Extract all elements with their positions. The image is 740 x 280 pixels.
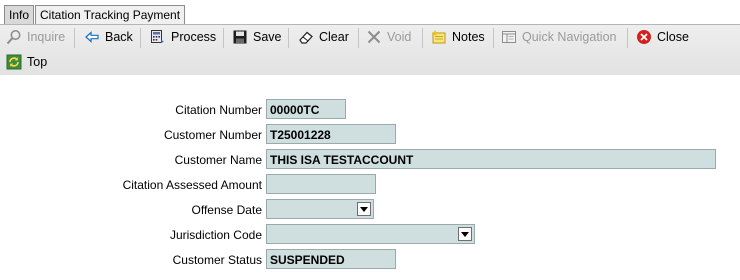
tab-citation-tracking-payment[interactable]: Citation Tracking Payment [35,5,186,25]
offense-date-dropdown[interactable] [266,199,374,219]
chevron-down-icon[interactable] [357,202,371,216]
chevron-down-icon[interactable] [458,227,472,241]
floppy-disk-icon [233,30,247,44]
separator [627,28,628,48]
process-button[interactable]: Process [150,26,216,48]
void-label: Void [387,30,412,44]
inquire-button[interactable]: Inquire [6,26,65,48]
close-label: Close [657,30,689,44]
separator [223,28,224,48]
citation-assessed-amount-label: Citation Assessed Amount [122,178,262,192]
tab-strip: Info Citation Tracking Payment [0,0,740,25]
quick-navigation-label: Quick Navigation [522,30,617,44]
tab-info[interactable]: Info [4,5,35,24]
separator [493,28,494,48]
close-circle-icon [637,30,651,44]
citation-number-label: Citation Number [175,103,262,117]
top-label: Top [27,55,48,69]
toolbar: Inquire Back Process Save Clear Void Not… [0,24,740,75]
separator [358,28,359,48]
quick-navigation-icon [502,31,516,43]
inquire-label: Inquire [27,30,66,44]
jurisdiction-code-label: Jurisdiction Code [169,228,262,242]
offense-date-label: Offense Date [191,203,263,217]
x-icon [367,30,381,44]
magnifier-icon [6,30,21,45]
notes-button[interactable]: Notes [431,26,485,48]
top-button[interactable]: Top [6,51,47,73]
citation-assessed-amount-field[interactable] [266,174,376,194]
eraser-icon [299,31,313,44]
notes-icon [432,30,446,44]
tab-info-label: Info [9,8,30,22]
customer-number-field[interactable]: T25001228 [266,124,396,144]
customer-status-field[interactable]: SUSPENDED [266,249,396,269]
jurisdiction-code-dropdown[interactable] [266,224,475,244]
customer-number-label: Customer Number [163,128,262,142]
close-button[interactable]: Close [636,26,689,48]
notes-label: Notes [452,30,485,44]
clear-button[interactable]: Clear [298,26,349,48]
separator [74,28,75,48]
separator [422,28,423,48]
citation-number-field[interactable]: 00000TC [266,99,346,119]
process-label: Process [171,30,217,44]
save-label: Save [253,30,282,44]
tab-citation-label: Citation Tracking Payment [40,8,181,22]
customer-status-label: Customer Status [172,253,262,267]
customer-name-label: Customer Name [174,153,262,167]
calculator-icon [151,30,164,43]
back-arrow-icon [85,31,99,43]
void-button[interactable]: Void [366,26,411,48]
back-label: Back [105,30,133,44]
separator [140,28,141,48]
save-button[interactable]: Save [232,26,282,48]
refresh-top-icon [6,54,22,70]
quick-navigation-button[interactable]: Quick Navigation [501,26,617,48]
separator [288,28,289,48]
customer-name-field[interactable]: THIS ISA TESTACCOUNT [266,149,716,169]
back-button[interactable]: Back [84,26,133,48]
clear-label: Clear [319,30,349,44]
